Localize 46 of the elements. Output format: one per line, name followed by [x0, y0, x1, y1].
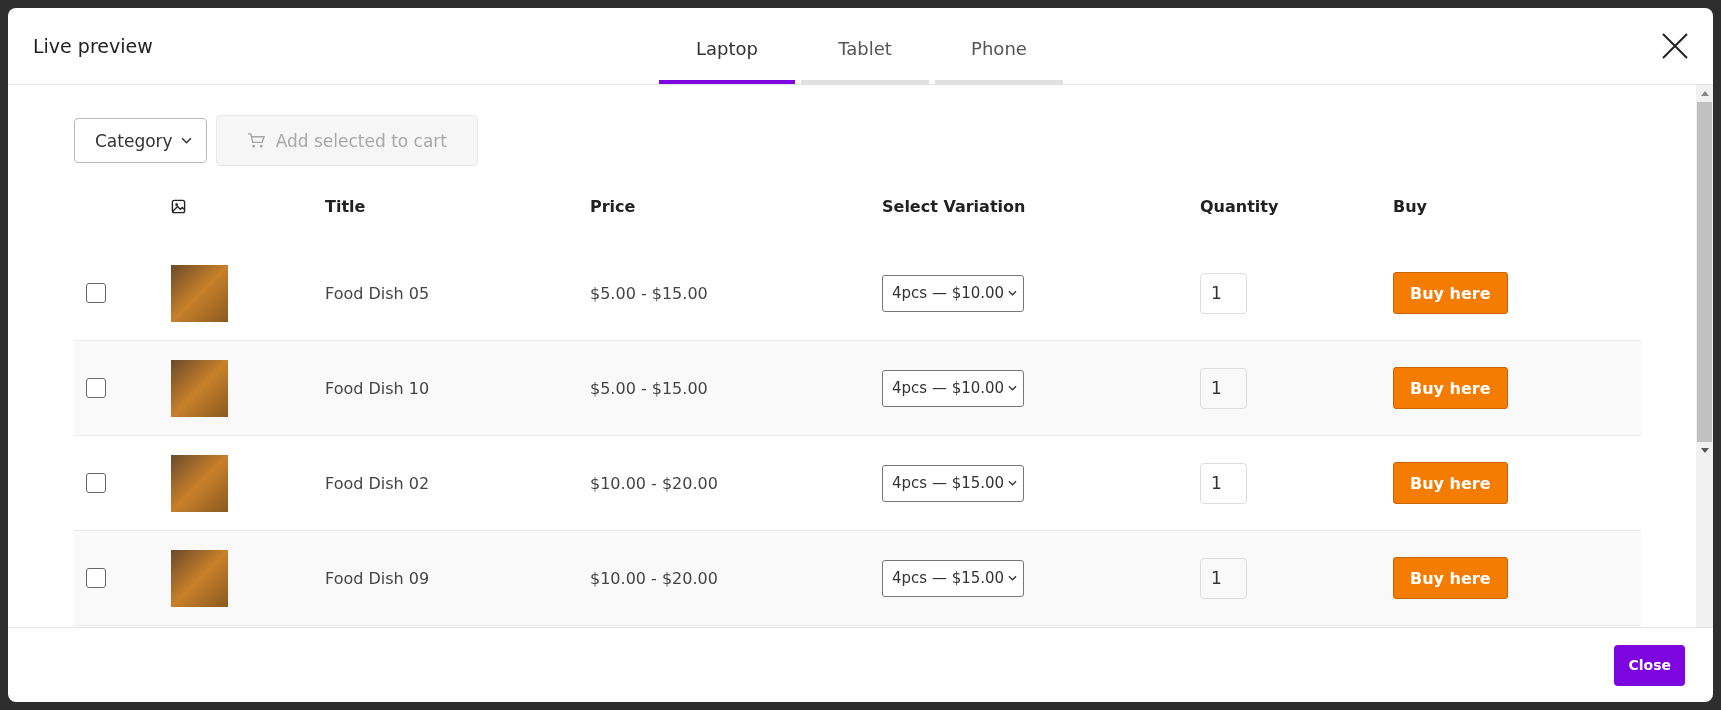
cart-icon	[246, 132, 266, 149]
device-tab[interactable]: Laptop	[659, 29, 795, 84]
quantity-field[interactable]: 1	[1200, 367, 1247, 409]
chevron-icon	[1008, 575, 1018, 581]
window-title: Live preview	[33, 35, 153, 57]
product-title: Food Dish 05	[325, 283, 431, 303]
column-header: Quantity	[1200, 196, 1280, 216]
device-tab[interactable]: Tablet	[801, 29, 929, 84]
price-range: $5.00 - $15.00	[590, 283, 709, 303]
photo-placeholder	[171, 549, 228, 607]
product-title: Food Dish 02	[325, 473, 431, 493]
variation-select[interactable]: 4pcs — $15.00	[882, 464, 1025, 502]
quantity-field[interactable]: 1	[1200, 462, 1247, 504]
chevron-icon	[1008, 290, 1018, 296]
quantity-field[interactable]: 1	[1200, 272, 1247, 314]
image-icon	[171, 198, 186, 214]
category-dropdown[interactable]: Category	[74, 118, 207, 163]
scrollbar[interactable]	[1696, 85, 1713, 627]
chevron-icon	[1008, 480, 1018, 486]
photo-placeholder	[171, 359, 228, 417]
chevron-icon	[1008, 385, 1018, 391]
scroll-up-icon[interactable]	[1700, 91, 1709, 96]
chevron-icon	[180, 137, 192, 144]
quantity-field[interactable]: 1	[1200, 557, 1247, 599]
row-checkbox[interactable]	[86, 568, 106, 588]
column-header: Select Variation	[882, 196, 1027, 216]
variation-select[interactable]: 4pcs — $10.00	[882, 274, 1025, 312]
photo-placeholder	[171, 264, 228, 322]
variation-select[interactable]: 4pcs — $15.00	[882, 559, 1025, 597]
column-header: Title	[325, 196, 367, 216]
column-header: Price	[590, 196, 637, 216]
price-range: $10.00 - $20.00	[590, 568, 719, 588]
product-title: Food Dish 10	[325, 378, 431, 398]
device-tab[interactable]: Phone	[935, 29, 1063, 84]
price-range: $10.00 - $20.00	[590, 473, 719, 493]
row-checkbox[interactable]	[86, 378, 106, 398]
close-icon[interactable]	[1661, 32, 1689, 60]
row-checkbox[interactable]	[86, 283, 106, 303]
photo-placeholder	[171, 454, 228, 512]
close-button[interactable]: Close	[1614, 644, 1685, 686]
price-range: $5.00 - $15.00	[590, 378, 709, 398]
scroll-down-icon[interactable]	[1700, 448, 1709, 453]
column-header: Buy	[1393, 196, 1428, 216]
row-checkbox[interactable]	[86, 473, 106, 493]
variation-select[interactable]: 4pcs — $10.00	[882, 369, 1025, 407]
product-title: Food Dish 09	[325, 568, 431, 588]
